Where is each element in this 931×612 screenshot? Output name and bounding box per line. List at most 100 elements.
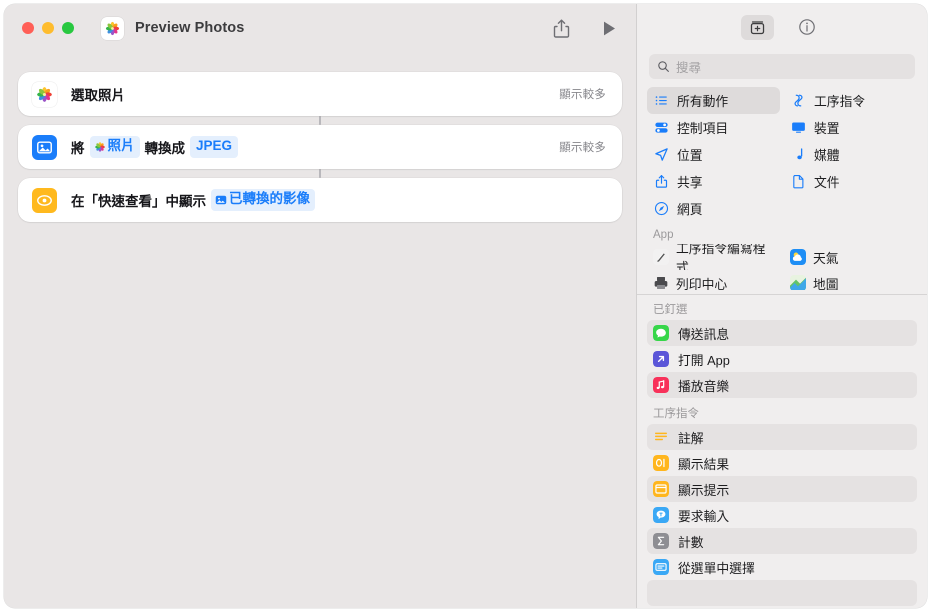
search-icon [658,61,669,73]
search-row: 搜尋 [637,50,927,87]
count-sigma-icon [653,533,669,549]
traffic-lights [22,22,74,34]
library-item-send-message[interactable]: 傳送訊息 [647,320,917,346]
action-connector [319,116,321,125]
category-grid: 所有動作 工序指令 控制項目 裝置 位置 媒體 共享 文件 網頁 [637,87,927,222]
search-input[interactable]: 搜尋 [649,54,915,80]
variable-token-photos[interactable]: 照片 [89,136,140,158]
minimize-button[interactable] [42,22,54,34]
format-token-jpeg[interactable]: JPEG [190,136,239,158]
show-more-button[interactable]: 顯示較多 [559,86,606,102]
library-item-label: 顯示結果 [678,456,730,472]
action-card-wrap: 將 照片 轉換成 JPEG 顯示較多 [18,125,622,169]
workflow-editor: Preview Photos 選取照片 顯示較多 將 照片 轉換成 JPEG 顯… [4,4,636,608]
category-documents[interactable]: 文件 [784,168,917,195]
open-app-icon [653,351,669,367]
workflow-canvas[interactable]: 選取照片 顯示較多 將 照片 轉換成 JPEG 顯示較多 在「快速查看」中顯示 … [4,52,636,608]
category-all-actions[interactable]: 所有動作 [647,87,780,115]
pinned-section-title: 已釘選 [653,304,688,316]
app-section-title: App [653,229,674,242]
share-button[interactable] [550,17,572,39]
close-button[interactable] [22,22,34,34]
action-title: 在「快速查看」中顯示 已轉換的影像 [71,189,315,211]
shortcuts-section-title: 工序指令 [653,408,699,420]
library-item-partial[interactable] [647,580,917,606]
display-icon [790,120,806,136]
list-bullet-icon [653,93,669,109]
category-label: 控制項目 [677,121,729,137]
document-icon [790,174,806,190]
library-item-show-result[interactable]: 顯示結果 [647,450,917,476]
action-prefix: 將 [71,141,85,156]
action-card-quick-look[interactable]: 在「快速查看」中顯示 已轉換的影像 [18,178,622,222]
quick-look-eye-icon [32,187,57,213]
messages-icon [653,325,669,341]
music-note-icon [790,147,806,163]
library-item-show-alert[interactable]: 顯示提示 [647,476,917,502]
category-location[interactable]: 位置 [647,141,780,168]
token-label: JPEG [196,138,233,154]
library-item-label: 顯示提示 [678,482,730,498]
app-item-print-center[interactable]: 列印中心 [647,270,780,290]
category-sharing[interactable]: 共享 [647,168,780,195]
comment-icon [653,429,669,445]
library-scroll-region[interactable]: 所有動作 工序指令 控制項目 裝置 位置 媒體 共享 文件 網頁 App 工序指… [637,87,927,290]
action-title: 將 照片 轉換成 JPEG [71,136,239,158]
app-grid: 工序指令編寫程式 天氣 列印中心 地圖 [637,244,927,290]
app-label: 工序指令編寫程式 [676,244,766,271]
shortcuts-icon [790,93,806,109]
run-button[interactable] [598,17,620,39]
printer-icon [653,275,669,290]
token-label: 已轉換的影像 [229,191,310,207]
category-label: 共享 [677,175,703,191]
category-shortcuts[interactable]: 工序指令 [784,87,917,114]
library-item-label: 註解 [678,430,704,446]
info-button[interactable] [790,15,823,40]
info-circle-icon [798,19,815,36]
library-item-label: 要求輸入 [678,508,730,524]
category-media[interactable]: 媒體 [784,141,917,168]
category-controls[interactable]: 控制項目 [647,114,780,141]
music-app-icon [653,377,669,393]
search-placeholder: 搜尋 [676,61,702,76]
library-item-play-music[interactable]: 播放音樂 [647,372,917,398]
controls-icon [653,120,669,136]
choose-from-menu-icon [653,559,669,575]
action-card-convert-image[interactable]: 將 照片 轉換成 JPEG 顯示較多 [18,125,622,169]
category-label: 裝置 [814,121,840,137]
photos-app-icon [32,81,57,107]
variable-token-converted-image[interactable]: 已轉換的影像 [211,189,315,211]
app-item-script-editor[interactable]: 工序指令編寫程式 [647,244,780,270]
maximize-button[interactable] [62,22,74,34]
category-label: 工序指令 [814,94,866,110]
category-web[interactable]: 網頁 [647,195,780,222]
action-card-select-photos[interactable]: 選取照片 顯示較多 [18,72,622,116]
window-title: Preview Photos [135,20,245,36]
play-icon [603,21,615,35]
action-prefix: 在「快速查看」中顯示 [71,194,206,209]
library-item-ask-for-input[interactable]: 要求輸入 [647,502,917,528]
titlebar-actions [550,4,620,52]
app-item-maps[interactable]: 地圖 [784,270,917,290]
action-mid: 轉換成 [144,141,186,156]
library-item-comment[interactable]: 註解 [647,424,917,450]
category-label: 文件 [814,175,840,191]
library-item-choose-from-menu[interactable]: 從選單中選擇 [647,554,917,580]
action-card-wrap: 選取照片 顯示較多 [18,72,622,116]
show-more-button[interactable]: 顯示較多 [559,139,606,155]
app-item-weather[interactable]: 天氣 [784,244,917,270]
shortcuts-window: Preview Photos 選取照片 顯示較多 將 照片 轉換成 JPEG 顯… [4,4,927,608]
action-library-button[interactable] [741,14,774,40]
library-bottom-region[interactable]: 已釘選 傳送訊息 打開 App 播放音樂 工序指令 註解 顯示結果 顯示提示 要… [637,294,927,608]
weather-icon [790,249,806,266]
library-item-count[interactable]: 計數 [647,528,917,554]
app-label: 地圖 [813,276,839,290]
maps-icon [790,275,806,290]
library-item-open-app[interactable]: 打開 App [647,346,917,372]
show-result-icon [653,455,669,471]
action-library-panel: 搜尋 所有動作 工序指令 控制項目 裝置 位置 媒體 共享 文件 網頁 App … [636,4,927,608]
token-label: 照片 [107,138,135,154]
action-card-wrap: 在「快速查看」中顯示 已轉換的影像 [18,178,622,222]
location-arrow-icon [653,147,669,163]
category-devices[interactable]: 裝置 [784,114,917,141]
